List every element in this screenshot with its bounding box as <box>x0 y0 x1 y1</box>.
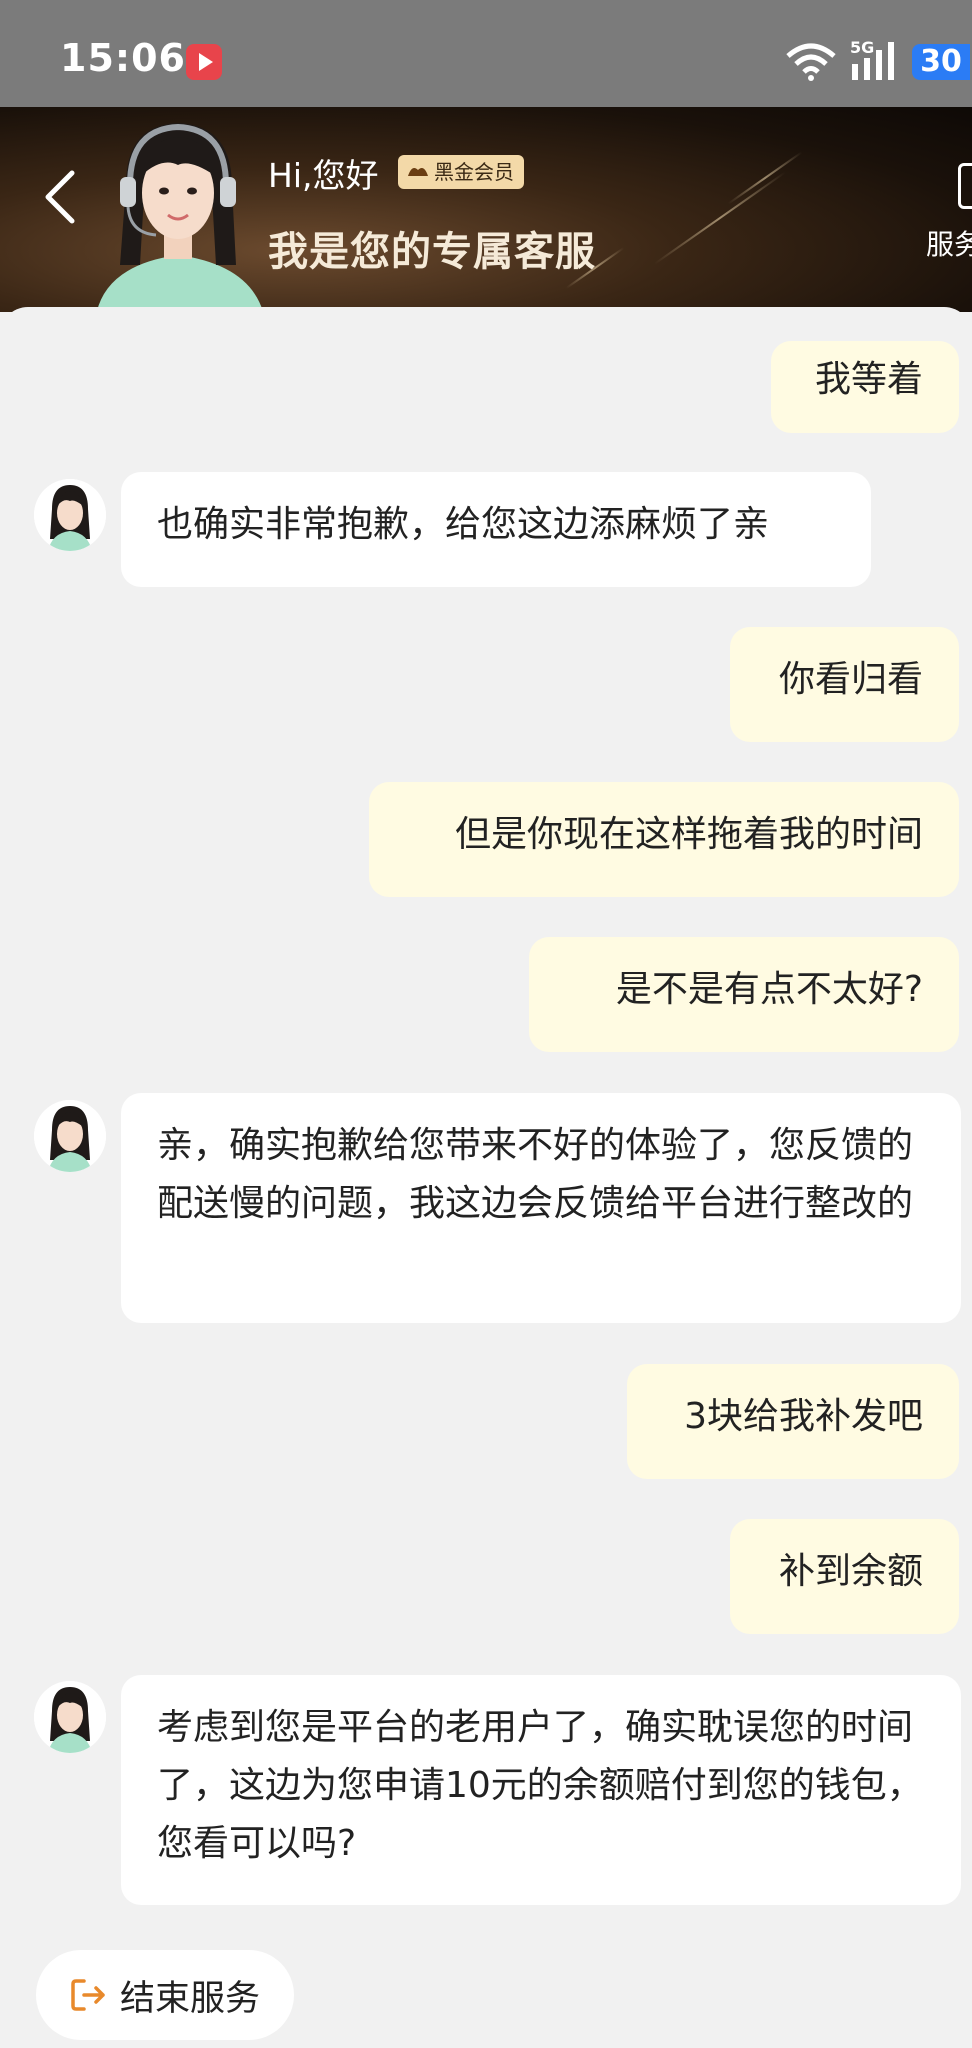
end-service-button[interactable]: 结束服务 <box>36 1950 294 2040</box>
screen-record-icon <box>186 44 222 80</box>
member-badge: 黑金会员 <box>398 155 524 189</box>
crown-bird-icon <box>408 168 428 176</box>
user-message-bubble: 你看归看 <box>730 627 959 742</box>
message-text: 亲，确实抱歉给您带来不好的体验了，您反馈的配送慢的问题，我这边会反馈给平台进行整… <box>157 1125 914 1224</box>
agent-avatar-large <box>96 123 264 312</box>
header-title: 我是您的专属客服 <box>268 229 596 275</box>
message-text: 我等着 <box>814 359 923 400</box>
status-bar: 15:06 5G 30 <box>0 0 972 107</box>
member-badge-label: 黑金会员 <box>434 160 514 184</box>
agent-message-bubble: 也确实非常抱歉，给您这边添麻烦了亲 <box>121 472 871 587</box>
end-service-label: 结束服务 <box>120 1978 261 2019</box>
wifi-icon <box>786 43 836 81</box>
message-text: 是不是有点不太好? <box>615 969 923 1010</box>
chat-header: Hi,您好 黑金会员 我是您的专属客服 服务 <box>0 107 972 312</box>
user-message-bubble: 我等着 <box>771 341 959 433</box>
user-message-bubble: 是不是有点不太好? <box>529 937 959 1052</box>
user-message-bubble: 补到余额 <box>730 1519 959 1634</box>
signal-strength-icon <box>852 42 894 80</box>
agent-avatar <box>34 1681 106 1753</box>
exit-icon <box>71 1979 105 2011</box>
message-text: 补到余额 <box>778 1551 923 1592</box>
status-time: 15:06 <box>60 36 186 80</box>
chat-messages-area[interactable]: 我等着 也确实非常抱歉，给您这边添麻烦了亲 你看归看 但是你现在这样拖着我的时间… <box>0 307 972 2048</box>
service-icon[interactable] <box>958 163 972 209</box>
message-text: 也确实非常抱歉，给您这边添麻烦了亲 <box>157 504 770 545</box>
battery-indicator: 30 <box>912 44 970 80</box>
message-text: 考虑到您是平台的老用户了，确实耽误您的时间了，这边为您申请10元的余额赔付到您的… <box>157 1707 923 1864</box>
user-message-bubble: 但是你现在这样拖着我的时间 <box>369 782 959 897</box>
service-label[interactable]: 服务 <box>926 223 972 263</box>
message-text: 3块给我补发吧 <box>684 1396 923 1437</box>
agent-message-bubble: 亲，确实抱歉给您带来不好的体验了，您反馈的配送慢的问题，我这边会反馈给平台进行整… <box>121 1093 961 1323</box>
message-text: 你看归看 <box>778 659 923 700</box>
agent-message-bubble: 考虑到您是平台的老用户了，确实耽误您的时间了，这边为您申请10元的余额赔付到您的… <box>121 1675 961 1905</box>
message-text: 但是你现在这样拖着我的时间 <box>454 814 923 855</box>
back-arrow-icon[interactable] <box>40 167 80 227</box>
agent-avatar <box>34 1100 106 1172</box>
user-message-bubble: 3块给我补发吧 <box>627 1364 959 1479</box>
greeting-text: Hi,您好 <box>268 156 379 195</box>
agent-avatar <box>34 479 106 551</box>
